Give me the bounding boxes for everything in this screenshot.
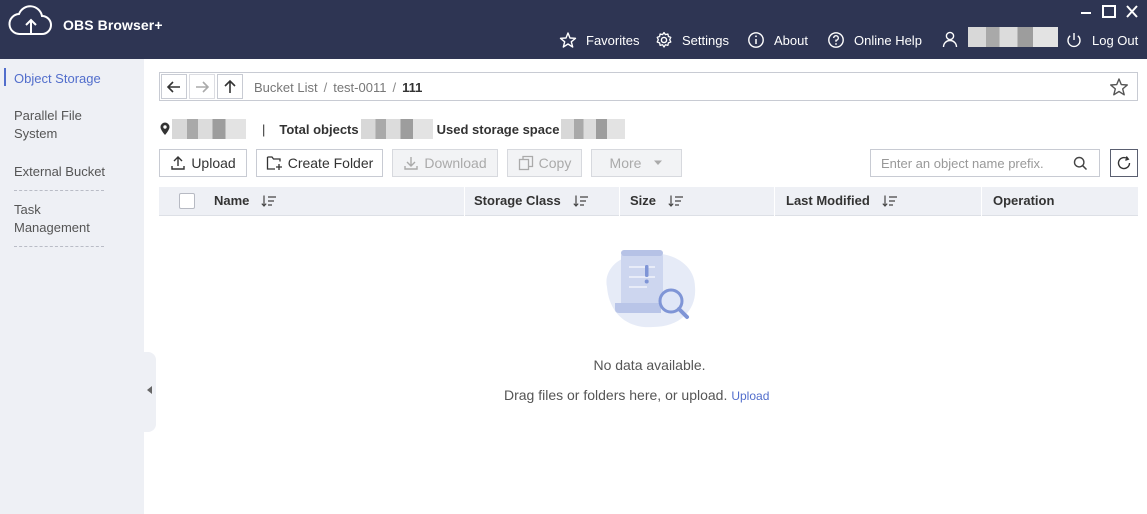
online-help-label: Online Help xyxy=(854,32,922,48)
star-icon xyxy=(559,32,577,48)
more-label: More xyxy=(609,155,642,171)
column-last-modified[interactable]: Last Modified xyxy=(786,193,898,208)
up-button[interactable] xyxy=(217,74,243,99)
create-folder-button[interactable]: Create Folder xyxy=(256,149,383,177)
logout-button[interactable]: Log Out xyxy=(1065,29,1138,51)
new-folder-icon xyxy=(266,156,282,170)
logout-label: Log Out xyxy=(1092,32,1139,48)
column-storage-class[interactable]: Storage Class xyxy=(474,193,589,208)
sidebar-divider xyxy=(14,190,104,191)
total-objects-redacted xyxy=(360,119,433,139)
favorites-button[interactable]: Favorites xyxy=(559,29,639,51)
refresh-button[interactable] xyxy=(1110,149,1138,177)
sidebar-item-external-bucket[interactable]: External Bucket xyxy=(14,163,105,181)
arrow-up-icon xyxy=(224,79,236,93)
column-name-label: Name xyxy=(214,193,250,208)
breadcrumb: Bucket List / test-0011/111 xyxy=(254,80,423,95)
address-bar: Bucket List / test-0011/111 xyxy=(159,72,1138,101)
object-search xyxy=(870,149,1100,177)
breadcrumb-bucket[interactable]: test-0011 xyxy=(333,80,386,95)
empty-state-hint: Drag files or folders here, or upload. xyxy=(504,387,728,403)
maximize-icon[interactable] xyxy=(1100,3,1118,21)
column-divider xyxy=(619,187,620,216)
close-icon[interactable] xyxy=(1123,3,1141,21)
sidebar-item-object-storage[interactable]: Object Storage xyxy=(14,70,101,88)
column-operation-label: Operation xyxy=(993,193,1055,208)
column-divider xyxy=(981,187,982,216)
download-icon xyxy=(404,157,419,170)
info-icon xyxy=(748,32,764,48)
refresh-icon xyxy=(1117,156,1131,170)
region-redacted xyxy=(172,119,246,139)
user-icon[interactable] xyxy=(941,30,959,48)
column-last-modified-label: Last Modified xyxy=(786,193,870,208)
forward-button[interactable] xyxy=(189,74,215,99)
upload-label: Upload xyxy=(191,155,236,171)
upload-link[interactable]: Upload xyxy=(731,389,769,403)
used-storage-label: Used storage space xyxy=(436,121,560,137)
breadcrumb-current: 111 xyxy=(402,80,423,95)
power-icon xyxy=(1067,33,1081,48)
search-input[interactable] xyxy=(871,150,1071,176)
settings-label: Settings xyxy=(682,32,729,48)
sort-icon[interactable] xyxy=(261,195,277,207)
column-storage-class-label: Storage Class xyxy=(474,193,561,208)
breadcrumb-bucket-list[interactable]: Bucket List xyxy=(254,80,318,95)
copy-label: Copy xyxy=(538,155,572,171)
active-indicator xyxy=(4,68,6,86)
select-all-checkbox[interactable] xyxy=(179,193,195,209)
table-header: Name Storage Class Size Last Modified Op… xyxy=(159,187,1138,216)
caret-down-icon xyxy=(654,160,663,165)
settings-button[interactable]: Settings xyxy=(655,29,729,51)
total-objects-label: Total objects xyxy=(279,121,359,137)
column-size-label: Size xyxy=(630,193,657,208)
copy-button[interactable]: Copy xyxy=(507,149,582,177)
minimize-icon[interactable] xyxy=(1077,3,1095,21)
gear-icon xyxy=(656,31,672,48)
back-button[interactable] xyxy=(161,74,187,99)
download-button[interactable]: Download xyxy=(392,149,498,177)
arrow-right-icon xyxy=(196,80,210,93)
online-help-button[interactable]: Online Help xyxy=(827,29,922,51)
empty-state-title: No data available. xyxy=(593,357,706,373)
location-pin-icon xyxy=(160,122,170,135)
sidebar: Object Storage Parallel File System Exte… xyxy=(0,59,144,514)
sidebar-item-parallel-file-system[interactable]: Parallel File System xyxy=(14,107,114,143)
title-bar: OBS Browser+ Favorites Settings About On… xyxy=(0,0,1147,59)
more-dropdown[interactable]: More xyxy=(591,149,682,177)
favorites-label: Favorites xyxy=(586,32,640,48)
column-divider xyxy=(464,187,465,216)
about-label: About xyxy=(774,32,808,48)
empty-state-subtitle: Drag files or folders here, or upload. Up… xyxy=(504,387,769,403)
favorite-star-icon[interactable] xyxy=(1109,77,1129,97)
create-folder-label: Create Folder xyxy=(287,155,374,171)
column-divider xyxy=(774,187,775,216)
arrow-left-icon xyxy=(166,80,180,93)
sidebar-divider xyxy=(14,246,104,247)
cloud-upload-icon xyxy=(8,5,52,36)
upload-icon xyxy=(171,156,186,170)
upload-button[interactable]: Upload xyxy=(159,149,247,177)
used-storage-redacted xyxy=(561,119,626,139)
info-separator: | xyxy=(262,121,266,137)
username-redacted xyxy=(968,27,1058,47)
download-label: Download xyxy=(424,155,487,171)
column-name[interactable]: Name xyxy=(214,193,277,208)
search-icon[interactable] xyxy=(1073,156,1088,171)
column-operation: Operation xyxy=(993,193,1054,208)
sidebar-item-task-management[interactable]: Task Management xyxy=(14,201,104,237)
copy-icon xyxy=(518,155,533,171)
bucket-info: | Total objects Used storage space xyxy=(159,118,626,140)
sort-icon[interactable] xyxy=(882,195,898,207)
sort-icon[interactable] xyxy=(668,195,684,207)
sort-icon[interactable] xyxy=(573,195,589,207)
app-title: OBS Browser+ xyxy=(63,17,163,33)
empty-document-illustration xyxy=(606,250,696,328)
about-button[interactable]: About xyxy=(747,29,808,51)
collapse-arrow-icon xyxy=(147,386,152,394)
help-icon xyxy=(828,32,844,48)
column-size[interactable]: Size xyxy=(630,193,684,208)
